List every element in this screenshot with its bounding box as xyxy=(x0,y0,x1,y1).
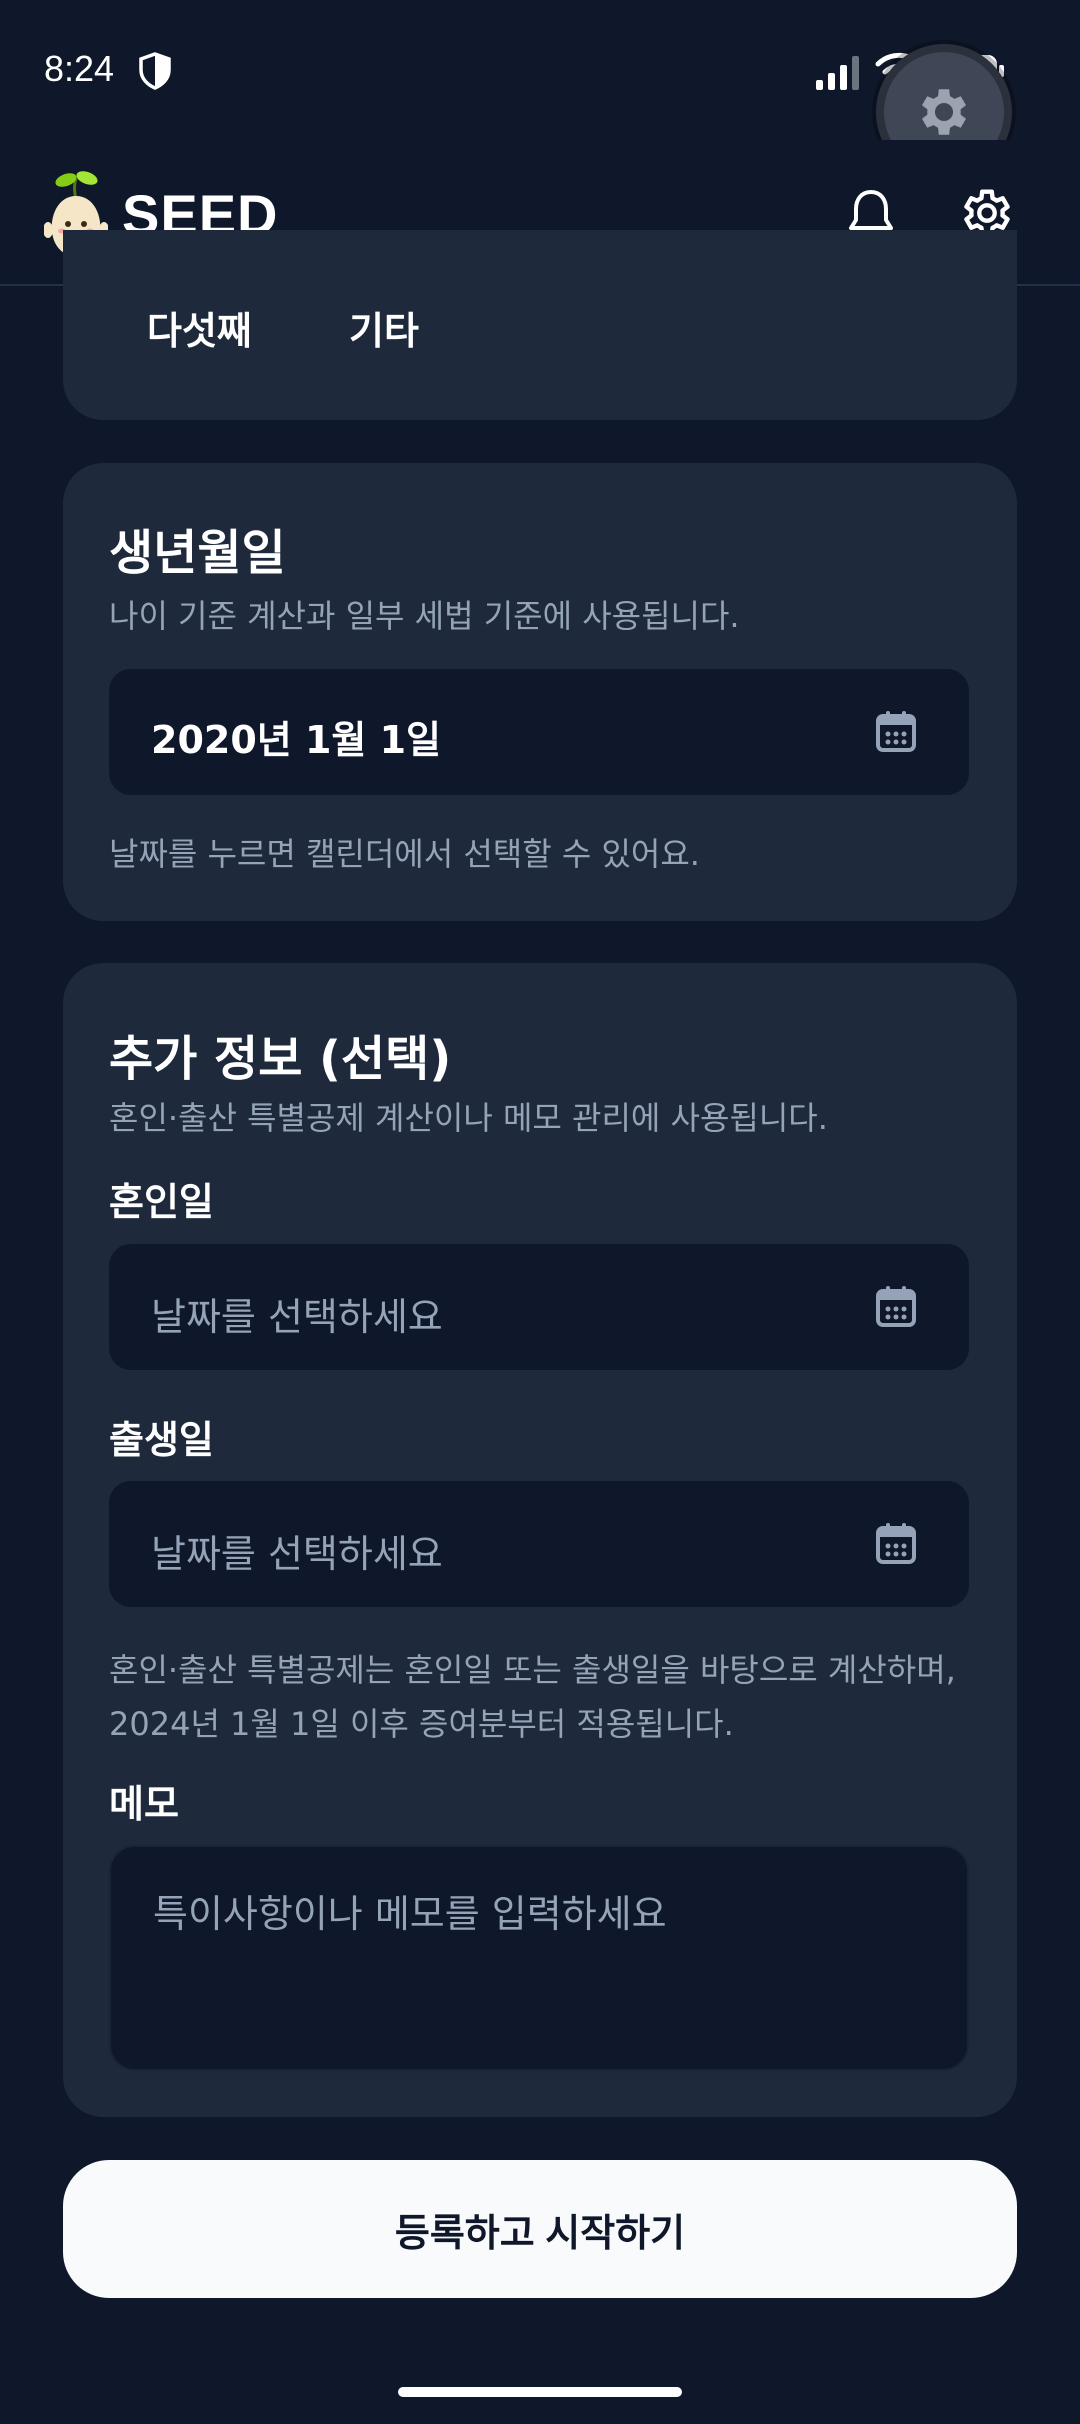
register-and-start-button[interactable]: 등록하고 시작하기 xyxy=(63,2160,1017,2298)
child-birth-date-placeholder: 날짜를 선택하세요 xyxy=(151,1532,443,1576)
app-screen: 8:24 SEED 다섯째 기타 생년월일 나이 기준 계산과 일부 세법 기준… xyxy=(0,0,1080,2424)
memo-textarea[interactable]: 특이사항이나 메모를 입력하세요 xyxy=(109,1845,969,2071)
extra-info-card: 추가 정보 (선택) 혼인·출산 특별공제 계산이나 메모 관리에 사용됩니다.… xyxy=(63,963,1017,2117)
option-fifth[interactable]: 다섯째 xyxy=(147,300,252,355)
calendar-icon xyxy=(876,711,916,752)
calendar-icon xyxy=(876,1286,916,1327)
memo-label: 메모 xyxy=(109,1782,179,1826)
card-description: 나이 기준 계산과 일부 세법 기준에 사용됩니다. xyxy=(109,597,740,635)
calendar-icon xyxy=(876,1523,916,1564)
birthdate-value: 2020년 1월 1일 xyxy=(151,718,441,762)
card-description: 혼인·출산 특별공제 계산이나 메모 관리에 사용됩니다. xyxy=(109,1099,828,1137)
shield-icon xyxy=(139,52,171,90)
card-title: 추가 정보 (선택) xyxy=(109,1031,452,1087)
relation-options-card: 다섯째 기타 xyxy=(63,230,1017,420)
marriage-date-placeholder: 날짜를 선택하세요 xyxy=(151,1295,443,1339)
marriage-date-label: 혼인일 xyxy=(109,1180,214,1224)
birthdate-card: 생년월일 나이 기준 계산과 일부 세법 기준에 사용됩니다. 2020년 1월… xyxy=(63,463,1017,921)
gear-icon xyxy=(922,89,966,135)
option-other[interactable]: 기타 xyxy=(349,300,419,355)
status-time: 8:24 xyxy=(44,48,115,89)
memo-placeholder: 특이사항이나 메모를 입력하세요 xyxy=(153,1892,667,1936)
birthdate-field[interactable]: 2020년 1월 1일 xyxy=(109,669,969,795)
card-title: 생년월일 xyxy=(109,525,286,581)
home-indicator[interactable] xyxy=(398,2387,682,2397)
signal-icon xyxy=(816,56,859,90)
child-birth-date-field[interactable]: 날짜를 선택하세요 xyxy=(109,1481,969,1607)
marriage-date-field[interactable]: 날짜를 선택하세요 xyxy=(109,1244,969,1370)
birthdate-hint: 날짜를 누르면 캘린더에서 선택할 수 있어요. xyxy=(109,835,700,873)
child-birth-date-label: 출생일 xyxy=(109,1418,214,1462)
special-deduction-hint: 혼인·출산 특별공제는 혼인일 또는 출생일을 바탕으로 계산하며, 2024년… xyxy=(109,1651,956,1743)
status-bar: 8:24 xyxy=(0,0,1080,180)
